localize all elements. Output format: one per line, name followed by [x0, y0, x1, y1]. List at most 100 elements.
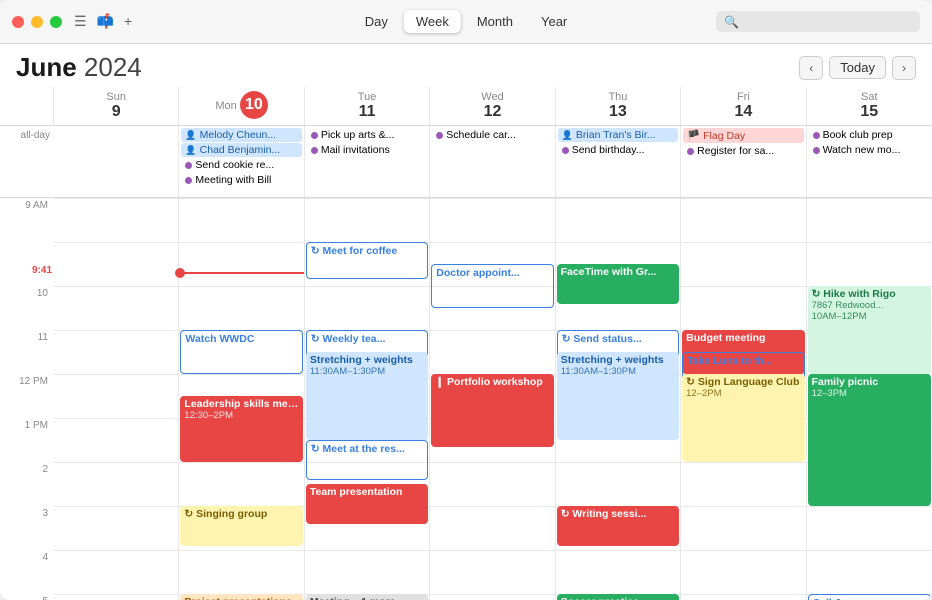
allday-event[interactable]: Meeting with Bill: [181, 173, 301, 187]
maximize-button[interactable]: [50, 16, 62, 28]
hour-line: [681, 462, 805, 463]
calendar-event[interactable]: Team presentation: [306, 484, 428, 524]
allday-event[interactable]: Mail invitations: [307, 143, 427, 157]
time-label-10: 10: [0, 286, 54, 330]
close-button[interactable]: [12, 16, 24, 28]
prev-button[interactable]: ‹: [799, 56, 823, 80]
calendar-event[interactable]: ↻ Meet at the res...: [306, 440, 428, 480]
calendar-event[interactable]: Call Jenny: [808, 594, 931, 600]
hour-line: [179, 198, 303, 199]
day-col-tue: ↻ Meet for coffee↻ Weekly tea...Stretchi…: [305, 198, 430, 600]
allday-event[interactable]: 👤 Brian Tran's Bir...: [558, 128, 678, 142]
hour-line: [305, 198, 429, 199]
days-wrapper: Watch WWDC Leadership skills meeting12:30…: [54, 198, 932, 600]
hour-line: [681, 550, 805, 551]
calendar-event[interactable]: Soccer practice: [557, 594, 679, 600]
calendar-header: June 2024 ‹ Today ›: [0, 44, 932, 87]
view-day-button[interactable]: Day: [353, 10, 400, 33]
allday-col-fri: 🏴 Flag Day Register for sa...: [681, 126, 806, 197]
allday-col-thu: 👤 Brian Tran's Bir... Send birthday...: [556, 126, 681, 197]
allday-event[interactable]: Book club prep: [809, 128, 930, 142]
hour-line: [807, 242, 932, 243]
search-bar[interactable]: 🔍: [716, 11, 920, 32]
hour-line: [807, 506, 932, 507]
hour-line: [179, 286, 303, 287]
hour-line: [54, 594, 178, 595]
view-switcher: Day Week Month Year: [353, 10, 580, 33]
day-col-fri: Budget meetingTake Luna to th...↻ Sign L…: [681, 198, 806, 600]
allday-event[interactable]: Schedule car...: [432, 128, 552, 142]
next-button[interactable]: ›: [892, 56, 916, 80]
hour-line: [179, 242, 303, 243]
calendar-event[interactable]: ↻ Writing sessi...: [557, 506, 679, 546]
allday-event[interactable]: Send birthday...: [558, 143, 678, 157]
day-header-wed: Wed 12: [430, 87, 555, 125]
allday-event[interactable]: Send cookie re...: [181, 158, 301, 172]
search-input[interactable]: [744, 14, 904, 29]
time-label-15: 3: [0, 506, 54, 550]
allday-event[interactable]: 👤 Chad Benjamin...: [181, 143, 301, 157]
day-col-sat: ↻ Hike with Rigo7867 Redwood...10AM–12PM…: [807, 198, 932, 600]
calendar-event[interactable]: Doctor appoint...: [431, 264, 553, 308]
allday-col-wed: Schedule car...: [430, 126, 555, 197]
inbox-icon[interactable]: 📫: [97, 13, 114, 30]
calendar-event[interactable]: ↻ Meet for coffee: [306, 242, 428, 279]
traffic-lights: [12, 16, 62, 28]
hour-line: [430, 242, 554, 243]
today-button[interactable]: Today: [829, 56, 886, 79]
allday-col-mon: 👤 Melody Cheun... 👤 Chad Benjamin... Sen…: [179, 126, 304, 197]
time-grid: 9 AM101112 PM1 PM234569:41 Watch WWDC Lea…: [0, 198, 932, 600]
time-label-16: 4: [0, 550, 54, 594]
hour-line: [54, 418, 178, 419]
time-label-11: 11: [0, 330, 54, 374]
view-month-button[interactable]: Month: [465, 10, 525, 33]
allday-event-flagday[interactable]: 🏴 Flag Day: [683, 128, 803, 143]
allday-row: all-day 👤 Melody Cheun... 👤 Chad Benjami…: [0, 126, 932, 198]
hour-line: [54, 330, 178, 331]
calendar-grid: Sun 9 Mon 10 Tue 11 Wed 12 Thu 13 Fri 14: [0, 87, 932, 600]
time-labels: 9 AM101112 PM1 PM234569:41: [0, 198, 54, 600]
day-header-sun: Sun 9: [54, 87, 179, 125]
hour-line: [681, 198, 805, 199]
time-label-9: [0, 242, 54, 286]
sidebar-icon[interactable]: ☰: [74, 13, 87, 30]
hour-line: [54, 462, 178, 463]
titlebar: ☰ 📫 + Day Week Month Year 🔍: [0, 0, 932, 44]
titlebar-icons: ☰ 📫 +: [74, 13, 132, 30]
calendar-event[interactable]: Project presentations5–7PM: [180, 594, 302, 600]
calendar-event[interactable]: Meeting... 1 more: [306, 594, 428, 600]
calendar-title: June 2024: [16, 52, 142, 83]
calendar-event[interactable]: ↻ Hike with Rigo7867 Redwood...10AM–12PM: [808, 286, 931, 374]
calendar-event[interactable]: FaceTime with Gr...: [557, 264, 679, 304]
calendar-event[interactable]: Family picnic12–3PM: [808, 374, 931, 506]
allday-col-tue: Pick up arts &... Mail invitations: [305, 126, 430, 197]
add-icon[interactable]: +: [124, 13, 132, 30]
search-icon: 🔍: [724, 15, 739, 29]
view-week-button[interactable]: Week: [404, 10, 461, 33]
hour-line: [430, 330, 554, 331]
allday-event[interactable]: Register for sa...: [683, 144, 803, 158]
day-headers: Sun 9 Mon 10 Tue 11 Wed 12 Thu 13 Fri 14: [0, 87, 932, 126]
day-col-wed: Doctor appoint... ❙ Portfolio workshop: [430, 198, 555, 600]
hour-line: [681, 506, 805, 507]
hour-line: [681, 594, 805, 595]
minimize-button[interactable]: [31, 16, 43, 28]
calendar-event[interactable]: Leadership skills meeting12:30–2PM: [180, 396, 302, 462]
calendar-event[interactable]: Watch WWDC: [180, 330, 302, 374]
allday-event[interactable]: 👤 Melody Cheun...: [181, 128, 301, 142]
day-header-sat: Sat 15: [807, 87, 932, 125]
day-col-mon: Watch WWDC Leadership skills meeting12:30…: [179, 198, 304, 600]
calendar-event[interactable]: ❙ Portfolio workshop: [431, 374, 553, 447]
time-label-17: 5: [0, 594, 54, 600]
hour-line: [179, 550, 303, 551]
view-year-button[interactable]: Year: [529, 10, 579, 33]
calendar-event[interactable]: ↻ Singing group: [180, 506, 302, 546]
allday-event[interactable]: Pick up arts &...: [307, 128, 427, 142]
hour-line: [807, 550, 932, 551]
allday-event[interactable]: Watch new mo...: [809, 143, 930, 157]
hour-line: [179, 374, 303, 375]
calendar-event[interactable]: ↻ Sign Language Club12–2PM: [682, 374, 804, 462]
calendar-event[interactable]: Stretching + weights11:30AM–1:30PM: [306, 352, 428, 440]
calendar-event[interactable]: Stretching + weights11:30AM–1:30PM: [557, 352, 679, 440]
hour-line: [556, 550, 680, 551]
